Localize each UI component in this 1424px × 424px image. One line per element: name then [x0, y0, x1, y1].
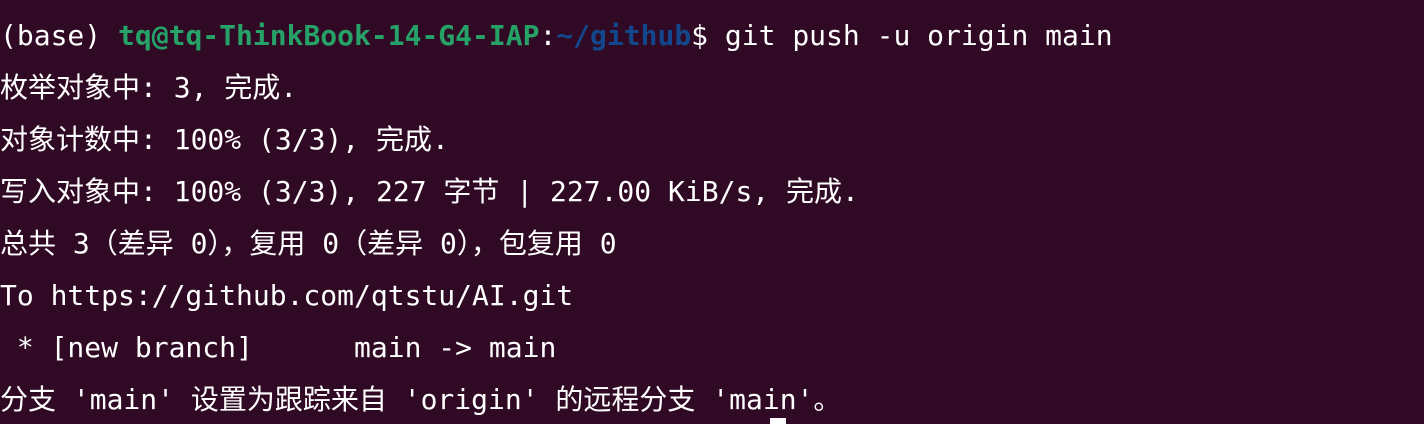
terminal-window[interactable]: (base) tq@tq-ThinkBook-14-G4-IAP:~/githu… [0, 0, 1424, 424]
output-line: 分支 'main' 设置为跟踪来自 'origin' 的远程分支 'main'。 [0, 383, 842, 416]
output-line: 写入对象中: 100% (3/3), 227 字节 | 227.00 KiB/s… [0, 175, 859, 208]
command-line: (base) tq@tq-ThinkBook-14-G4-IAP:~/githu… [0, 10, 1424, 62]
prompt-user-host: tq@tq-ThinkBook-14-G4-IAP [118, 19, 540, 52]
output-line: 总共 3（差异 0），复用 0（差异 0），包复用 0 [0, 227, 617, 260]
text-cursor [770, 418, 786, 424]
output-line: To https://github.com/qtstu/AI.git [0, 279, 574, 312]
command-text: git push -u origin main [724, 19, 1113, 52]
output-line: * [new branch] main -> main [0, 331, 557, 364]
prompt-path: ~/github [556, 19, 692, 52]
output-line: 对象计数中: 100% (3/3), 完成. [0, 123, 449, 156]
prompt-separator: : [539, 19, 557, 52]
output-line: 枚举对象中: 3, 完成. [0, 71, 298, 104]
prompt-symbol: $ [691, 19, 725, 52]
conda-env-label: (base) [0, 19, 119, 52]
